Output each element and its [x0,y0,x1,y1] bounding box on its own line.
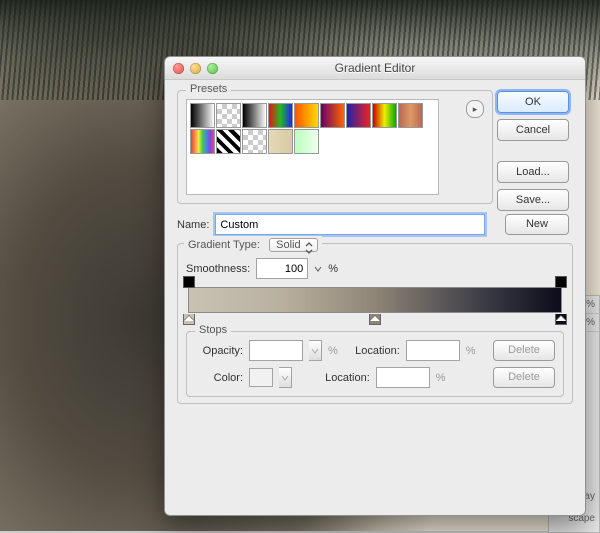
color-stop[interactable] [369,314,381,325]
gradient-type-label: Gradient Type: [188,239,260,251]
color-stop[interactable] [555,314,567,325]
opacity-label: Opacity: [195,345,243,357]
presets-menu-icon[interactable]: ▸ [466,100,484,118]
preset-swatch[interactable] [346,103,371,128]
color-swatch-input [249,368,273,387]
titlebar[interactable]: Gradient Editor [165,57,585,80]
preset-swatch[interactable] [190,129,215,154]
pct-4: % [436,372,446,384]
location-label-2: Location: [314,372,370,384]
smoothness-label: Smoothness: [186,263,250,275]
preset-swatch[interactable] [190,103,215,128]
preset-swatch[interactable] [372,103,397,128]
smoothness-input[interactable] [256,258,308,279]
preset-swatch[interactable] [216,103,241,128]
preset-swatch[interactable] [268,129,293,154]
preset-swatch[interactable] [242,129,267,154]
presets-label: Presets [186,83,231,95]
delete-opacity-stop-button: Delete [493,340,555,361]
name-label: Name: [177,219,209,231]
opacity-stop[interactable] [555,276,567,288]
stops-label: Stops [195,324,231,336]
preset-swatch[interactable] [242,103,267,128]
opacity-stop[interactable] [183,276,195,288]
chevron-updown-icon [304,241,314,255]
pct-2: % [328,345,338,357]
pct-1: % [328,263,338,275]
color-location-input [376,367,430,388]
color-stop[interactable] [183,314,195,325]
preset-swatch[interactable] [398,103,423,128]
location-label-1: Location: [344,345,400,357]
preset-swatch[interactable] [294,129,319,154]
preset-swatch[interactable] [216,129,241,154]
color-label: Color: [195,372,243,384]
name-input[interactable] [215,214,485,235]
gradient-type-select[interactable]: Solid [269,238,317,252]
dialog-title: Gradient Editor [165,61,585,75]
pct-3: % [466,345,476,357]
delete-color-stop-button: Delete [493,367,555,388]
opacity-location-input [406,340,460,361]
opacity-input [249,340,303,361]
gradient-bar[interactable] [188,287,562,313]
preset-swatch[interactable] [320,103,345,128]
preset-swatches[interactable] [186,99,439,195]
preset-swatch[interactable] [294,103,319,128]
smoothness-stepper[interactable] [314,263,322,275]
gradient-type-value: Solid [276,239,300,251]
gradient-editor-dialog: Gradient Editor OK Cancel Load... Save..… [164,56,586,516]
preset-swatch[interactable] [268,103,293,128]
new-button[interactable]: New [505,214,569,235]
color-stepper [279,367,292,388]
opacity-stepper [309,340,322,361]
